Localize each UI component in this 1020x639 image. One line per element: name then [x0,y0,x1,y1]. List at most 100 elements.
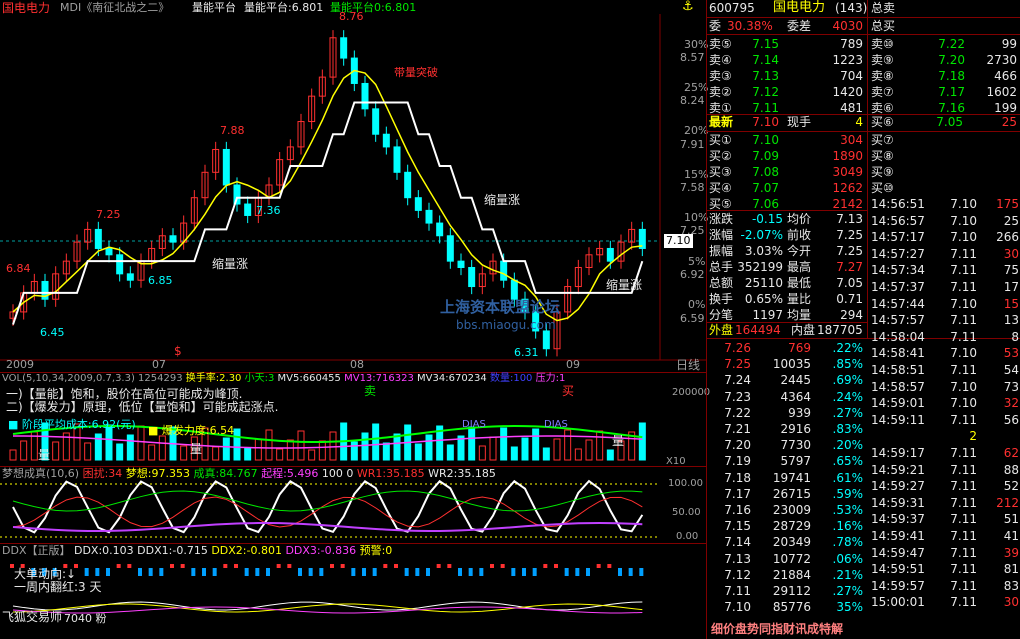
xlabel-07: 07 [152,358,166,371]
tick-price: 7.10 [950,230,977,245]
tick-price: 7.10 [950,296,977,311]
volume-bar [318,440,326,461]
volume-bar [244,447,252,461]
candle-body [169,235,177,243]
stat-value: 0.71 [836,292,863,306]
ddx-bar [84,568,89,576]
indicator-name[interactable]: MDI《南征北战之二》 [60,1,169,15]
vol-buy: 买 [562,384,575,398]
depth-volume: 2445 [780,373,811,388]
stat-label: 最低 [787,276,812,290]
stat-label: 今开 [787,244,812,258]
volume-bar [596,430,604,461]
ddx-bar [618,568,622,576]
sell-price: 7.20 [938,53,965,67]
label-788: 7.88 [220,124,245,137]
tick-volume: 83 [1003,578,1019,593]
sell-level-label: 卖② [709,85,732,99]
stat-label: 均价 [787,212,812,226]
sell-price: 7.22 [938,37,965,51]
buy-level-label: 买① [709,133,732,147]
buy-level-label: 买⑩ [871,181,894,195]
tick-time: 14:59:17 [871,446,925,460]
sell-volume: 1420 [832,85,863,99]
ddx-bar [191,568,196,576]
tick-volume: 51 [1003,512,1019,527]
stock-title[interactable]: 国电电力 [2,1,50,15]
latest-label: 最新 [709,115,734,129]
sell-price: 7.15 [752,37,779,51]
depth-ratio: .53% [832,503,864,517]
label-631: 6.31 [514,346,539,359]
volume-bar [574,448,582,461]
candle-body [606,247,614,262]
label-shrink-1: 缩量涨 [212,257,249,271]
sell-volume: 1602 [986,85,1017,99]
tick-time: 14:57:27 [871,246,925,261]
volume-bar [393,433,401,461]
low-mark-2: 量 [190,442,203,456]
buy-level-label: 买③ [709,165,732,179]
ddx-bar [468,568,473,576]
sell-volume: 466 [994,69,1017,83]
stat-value: 1197 [752,308,783,322]
depth-price: 7.18 [724,470,751,485]
candlestick-chart[interactable] [0,14,706,374]
tick-time: 14:59:21 [871,462,925,477]
depth-ratio: .27% [832,584,864,598]
volume-bar [372,423,380,461]
quote-panel: 600795 国电电力 (143) 总卖 委 30.38% 委差 4030 总买… [706,0,1020,639]
depth-volume: 28729 [772,519,811,534]
tick-time: 15:00:01 [871,595,925,610]
depth-volume: 19741 [772,470,811,485]
tick-time: 14:57:44 [871,296,925,311]
sell-price: 7.13 [752,69,779,83]
tick-price: 7.11 [950,545,977,560]
tick-volume: 266 [996,230,1019,245]
inner-label: 内盘 [791,323,816,337]
ddx-bar [383,564,388,568]
depth-price: 7.12 [724,567,751,582]
buy6-vol: 25 [1001,115,1017,129]
ddx-bar [532,568,537,576]
ddx-bar [330,564,334,568]
low-mark-1: 量 [38,448,51,462]
sell-volume: 2730 [986,53,1017,67]
vol-stage-cost: ■ 阶段平均成本:6.92(元) [8,418,136,431]
depth-price: 7.13 [724,551,751,566]
candle-body [542,330,550,350]
candle-body [382,133,390,148]
tick-time: 14:58:04 [871,329,925,344]
depth-volume: 5797 [780,454,811,469]
app-root: 国电电力 MDI《南征北战之二》 量能平台 量能平台:6.801 量能平台0:6… [0,0,1020,639]
scale-758: 7.58 [680,181,705,194]
tick-volume: 17 [1003,280,1019,294]
depth-ratio: .69% [832,373,864,388]
volume-bar [606,449,614,461]
candle-body [404,171,412,199]
depth-price: 7.11 [724,584,751,598]
tick-price: 7.11 [950,562,977,577]
tick-price: 7.11 [950,512,977,527]
stat-value: 0.65% [744,292,783,306]
depth-ratio: .22% [832,341,864,355]
depth-ratio: .83% [832,422,864,436]
tick-volume: 88 [1003,462,1019,477]
candle-body [414,197,422,211]
candle-body [393,146,401,173]
footer-text[interactable]: 细价盘势同指财讯成特解 [711,621,843,637]
sell-level-label: 卖⑦ [871,85,894,99]
volume-bar [158,435,166,461]
volume-bar [329,431,337,461]
latest-price: 7.10 [752,115,779,129]
depth-ratio: .78% [832,535,864,550]
buy-level-label: 买⑨ [871,165,894,179]
ddx-bar [511,568,516,576]
volume-bar [233,428,241,461]
depth-price: 7.23 [724,389,751,404]
period-daily[interactable]: 日线 [676,358,700,372]
label-725: 7.25 [96,208,121,221]
ddx-bar [426,568,430,576]
anchor-icon[interactable]: ⚓ [682,0,694,14]
depth-volume: 939 [788,405,811,420]
